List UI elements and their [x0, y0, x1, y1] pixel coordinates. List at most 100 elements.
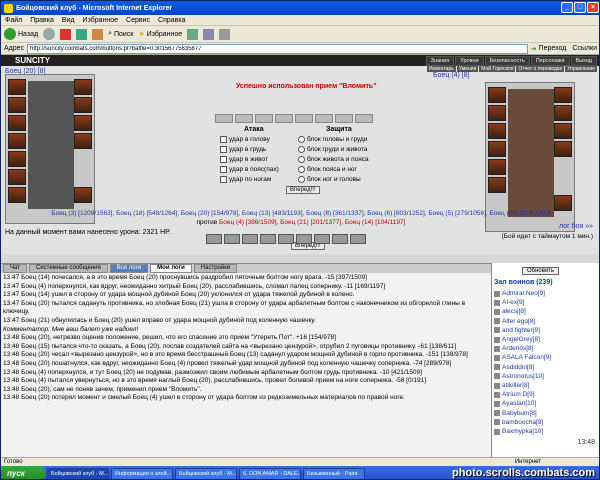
task-item[interactable]: Бойцовский клуб - M...	[175, 467, 237, 479]
attack-groin[interactable]: удар в пояс(пах)	[220, 166, 279, 173]
tab-my-logs[interactable]: Мои логи	[150, 264, 192, 273]
block-legs-head[interactable]: блок ног и головы	[298, 176, 361, 183]
list-item[interactable]: Atrium D[9]	[494, 390, 599, 399]
attack-belly[interactable]: удар в живот	[220, 156, 268, 163]
nav-knowledge[interactable]: Знания	[425, 56, 455, 66]
start-button[interactable]: пуск	[1, 466, 45, 479]
list-item[interactable]: Ayastan[10]	[494, 399, 599, 408]
shield-slot-icon[interactable]	[74, 115, 92, 131]
trick-slot-icon[interactable]	[254, 114, 273, 123]
nav-levels[interactable]: Уровни	[455, 56, 484, 66]
attack-head[interactable]: удар в голову	[220, 136, 270, 143]
trick-slot-icon[interactable]	[294, 114, 313, 123]
earring-slot-icon[interactable]	[554, 87, 572, 103]
list-item[interactable]: Alter ego[8]	[494, 317, 599, 326]
list-item[interactable]: Baxmypka[10]	[494, 427, 599, 436]
forward-button[interactable]: Вперед!!!	[286, 186, 320, 194]
links-label[interactable]: Ссылки	[572, 45, 597, 52]
print-icon[interactable]	[219, 28, 231, 40]
menu-edit[interactable]: Правка	[30, 17, 54, 24]
block-belly-belt[interactable]: блок живота и пояса	[298, 156, 369, 163]
task-item[interactable]: Безымянный - Paint	[303, 467, 365, 479]
helmet-slot-icon[interactable]	[488, 87, 506, 103]
nav-security[interactable]: Безопасность	[484, 56, 530, 66]
attack-chest[interactable]: удар в грудь	[220, 146, 266, 153]
weapon-slot-icon[interactable]	[8, 115, 26, 131]
block-belt-legs[interactable]: блок пояса и ног	[298, 166, 357, 173]
list-item[interactable]: Ardenos[8]	[494, 344, 599, 353]
trick-slot-icon[interactable]	[234, 114, 253, 123]
block-chest-belly[interactable]: блок груди и живота	[298, 146, 368, 153]
gloves-slot-icon[interactable]	[74, 97, 92, 113]
enemies-line-1[interactable]: Боец (3) [1209/1563], Боец (18) [548/126…	[11, 209, 591, 218]
weapon-slot-icon[interactable]	[488, 123, 506, 139]
list-item[interactable]: Asdiddin[8]	[494, 363, 599, 372]
trick-icon[interactable]	[278, 234, 294, 244]
list-item[interactable]: and fighter[9]	[494, 326, 599, 335]
task-item[interactable]: Бойцовский клуб - M...	[47, 467, 109, 479]
address-input[interactable]	[27, 43, 528, 54]
amulet-slot-icon[interactable]	[488, 105, 506, 121]
trick-slot-icon[interactable]	[354, 114, 373, 123]
list-item[interactable]: atikiller[8]	[494, 381, 599, 390]
task-item[interactable]: Информация о злой...	[111, 467, 173, 479]
shield-slot-icon[interactable]	[554, 123, 572, 139]
search-button[interactable]: ⌕ Поиск	[108, 30, 133, 38]
nav-transfers[interactable]: Отчет о переводах	[516, 66, 565, 72]
trick-icon[interactable]	[314, 234, 330, 244]
trick-icon[interactable]	[332, 234, 348, 244]
gloves-slot-icon[interactable]	[554, 105, 572, 121]
list-item[interactable]: Babybum[8]	[494, 409, 599, 418]
tab-settings[interactable]: Настройки	[193, 264, 238, 273]
armor-slot-icon[interactable]	[488, 141, 506, 157]
back-button[interactable]: Назад	[4, 28, 38, 40]
block-head-chest[interactable]: блок головы и груди	[298, 136, 367, 143]
trick-slot-icon[interactable]	[214, 114, 233, 123]
trick-slot-icon[interactable]	[274, 114, 293, 123]
list-item[interactable]: bamboocha[9]	[494, 418, 599, 427]
helmet-slot-icon[interactable]	[8, 79, 26, 95]
list-item[interactable]: Admiral Neo[9]	[494, 289, 599, 298]
belt-slot-icon[interactable]	[8, 151, 26, 167]
trick-slot-icon[interactable]	[314, 114, 333, 123]
nav-exit[interactable]: Выход	[570, 56, 597, 66]
list-item[interactable]: AngelGrey[8]	[494, 335, 599, 344]
trick-icon[interactable]	[296, 234, 312, 244]
refresh-icon[interactable]	[76, 28, 88, 40]
trick-icon[interactable]	[350, 234, 366, 244]
list-item[interactable]: Astronotus[10]	[494, 372, 599, 381]
nav-manage[interactable]: Управление	[565, 66, 597, 72]
list-item[interactable]: ASALA Falcon[9]	[494, 353, 599, 362]
forward-arrow-icon[interactable]	[43, 28, 56, 40]
list-item[interactable]: AI-ex[9]	[494, 298, 599, 307]
trick-icon[interactable]	[260, 234, 276, 244]
amulet-slot-icon[interactable]	[8, 97, 26, 113]
leggings-slot-icon[interactable]	[554, 141, 572, 157]
refresh-button[interactable]: Обновить	[522, 267, 560, 275]
menu-help[interactable]: Справка	[158, 17, 185, 24]
stop-icon[interactable]	[60, 28, 72, 40]
ring-slot-icon[interactable]	[8, 169, 26, 185]
menu-favorites[interactable]: Избранное	[83, 17, 118, 24]
maximize-button[interactable]: □	[574, 2, 586, 13]
history-icon[interactable]	[187, 28, 199, 40]
minimize-button[interactable]: _	[561, 2, 573, 13]
close-button[interactable]: ×	[587, 2, 599, 13]
menu-file[interactable]: Файл	[5, 17, 22, 24]
menu-view[interactable]: Вид	[62, 17, 75, 24]
nav-horoscope[interactable]: Мой Гороскоп	[479, 66, 516, 72]
menu-tools[interactable]: Сервис	[126, 17, 150, 24]
battle-log-link[interactable]: лог боя »»	[559, 223, 593, 230]
enemy-name[interactable]: Боец (4) [8]	[433, 72, 470, 79]
trick-slot-icon[interactable]	[334, 114, 353, 123]
mail-icon[interactable]	[203, 28, 215, 40]
home-icon[interactable]	[92, 28, 104, 40]
nav-characters[interactable]: Персонажи	[530, 56, 570, 66]
leggings-slot-icon[interactable]	[74, 133, 92, 149]
trick-icon[interactable]	[206, 234, 222, 244]
attack-legs[interactable]: удар по ногам	[220, 176, 271, 183]
trick-icon[interactable]	[242, 234, 258, 244]
armor-slot-icon[interactable]	[8, 133, 26, 149]
belt-slot-icon[interactable]	[488, 159, 506, 175]
earring-slot-icon[interactable]	[74, 79, 92, 95]
